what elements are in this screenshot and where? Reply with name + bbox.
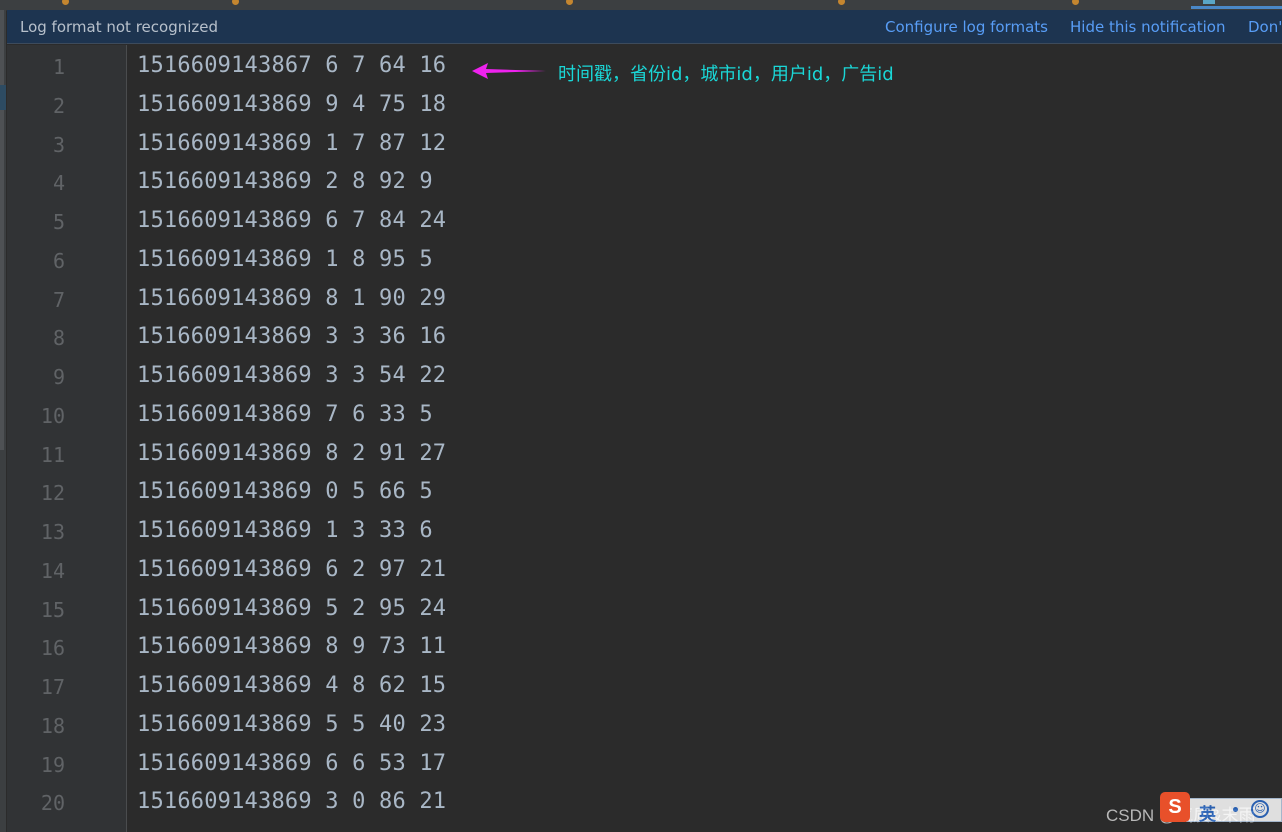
configure-log-formats-link[interactable]: Configure log formats xyxy=(885,18,1048,36)
line-number[interactable]: 9 xyxy=(7,365,65,389)
log-line[interactable]: 1516609143869 2 8 92 9 xyxy=(137,169,433,194)
log-line[interactable]: 1516609143869 3 3 54 22 xyxy=(137,363,446,388)
line-number[interactable]: 6 xyxy=(7,249,65,273)
log-line[interactable]: 1516609143869 8 1 90 29 xyxy=(137,286,446,311)
log-line[interactable]: 1516609143869 3 0 86 21 xyxy=(137,789,446,814)
log-line[interactable]: 1516609143869 1 3 33 6 xyxy=(137,518,433,543)
tab-file-icon[interactable] xyxy=(62,0,69,5)
ime-panel[interactable]: 英 ☺ xyxy=(1186,798,1282,825)
log-line[interactable]: 1516609143867 6 7 64 16 xyxy=(137,53,446,78)
log-line[interactable]: 1516609143869 0 5 66 5 xyxy=(137,479,433,504)
line-number[interactable]: 5 xyxy=(7,210,65,234)
tab-file-icon[interactable] xyxy=(232,0,239,5)
line-number[interactable]: 18 xyxy=(7,714,65,738)
annotation-label: 时间戳，省份id，城市id，用户id，广告id xyxy=(558,64,894,85)
log-file-icon xyxy=(1203,0,1215,4)
dont-show-again-link[interactable]: Don't xyxy=(1248,18,1282,36)
sogou-ime-logo-icon[interactable]: S xyxy=(1160,792,1190,822)
line-number[interactable]: 12 xyxy=(7,481,65,505)
line-number[interactable]: 14 xyxy=(7,559,65,583)
tab-active-log-file[interactable] xyxy=(1191,0,1282,9)
line-number[interactable]: 8 xyxy=(7,326,65,350)
log-line[interactable]: 1516609143869 8 2 91 27 xyxy=(137,441,446,466)
log-line[interactable]: 1516609143869 3 3 36 16 xyxy=(137,324,446,349)
tab-file-icon[interactable] xyxy=(1072,0,1079,5)
line-number[interactable]: 17 xyxy=(7,675,65,699)
line-number[interactable]: 4 xyxy=(7,171,65,195)
annotation-arrow-icon xyxy=(472,63,546,79)
line-number[interactable]: 1 xyxy=(7,55,65,79)
line-number[interactable]: 3 xyxy=(7,133,65,157)
log-line[interactable]: 1516609143869 9 4 75 18 xyxy=(137,92,446,117)
line-number[interactable]: 19 xyxy=(7,753,65,777)
tab-file-icon[interactable] xyxy=(566,0,573,5)
log-line[interactable]: 1516609143869 7 6 33 5 xyxy=(137,402,433,427)
log-line[interactable]: 1516609143869 5 2 95 24 xyxy=(137,596,446,621)
line-number[interactable]: 20 xyxy=(7,791,65,815)
log-line[interactable]: 1516609143869 4 8 62 15 xyxy=(137,673,446,698)
ime-punctuation-icon[interactable] xyxy=(1233,807,1238,812)
line-number[interactable]: 11 xyxy=(7,443,65,467)
line-number[interactable]: 13 xyxy=(7,520,65,544)
ime-language-toggle[interactable]: 英 xyxy=(1199,800,1216,825)
log-line[interactable]: 1516609143869 8 9 73 11 xyxy=(137,634,446,659)
log-format-notification-bar: Log format not recognized Configure log … xyxy=(7,10,1282,44)
log-line[interactable]: 1516609143869 1 8 95 5 xyxy=(137,247,433,272)
log-line[interactable]: 1516609143869 5 5 40 23 xyxy=(137,712,446,737)
log-line[interactable]: 1516609143869 1 7 87 12 xyxy=(137,131,446,156)
ime-emoji-icon[interactable]: ☺ xyxy=(1251,800,1269,818)
log-editor[interactable]: 1516609143867 6 7 64 16 1516609143869 9 4… xyxy=(127,45,1282,832)
line-number[interactable]: 7 xyxy=(7,288,65,312)
hide-notification-link[interactable]: Hide this notification xyxy=(1070,18,1225,36)
ime-toolbar[interactable]: 英 ☺ S xyxy=(1160,792,1282,826)
line-number[interactable]: 16 xyxy=(7,636,65,660)
line-number[interactable]: 15 xyxy=(7,598,65,622)
line-number[interactable]: 10 xyxy=(7,404,65,428)
left-scrollbar[interactable] xyxy=(0,10,4,450)
notification-message: Log format not recognized xyxy=(20,18,219,36)
log-line[interactable]: 1516609143869 6 2 97 21 xyxy=(137,557,446,582)
line-number-gutter: 1 2 3 4 5 6 7 8 9 10 11 12 13 14 15 16 17 18 19 20 xyxy=(7,45,127,832)
log-line[interactable]: 1516609143869 6 7 84 24 xyxy=(137,208,446,233)
left-marker xyxy=(0,85,6,110)
tab-file-icon[interactable] xyxy=(838,0,845,5)
line-number[interactable]: 2 xyxy=(7,94,65,118)
log-line[interactable]: 1516609143869 6 6 53 17 xyxy=(137,751,446,776)
